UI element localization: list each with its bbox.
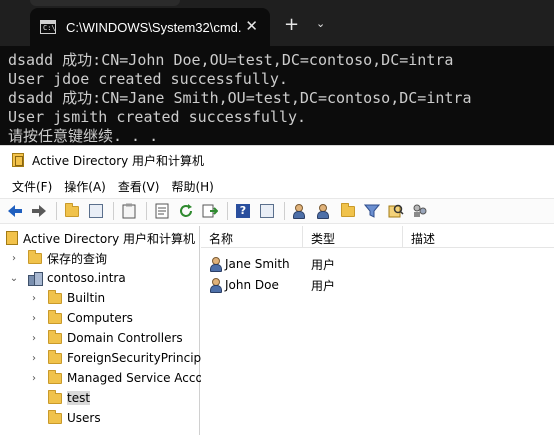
terminal-tab[interactable]: C:\ C:\WINDOWS\System32\cmd. ✕ [30, 8, 270, 46]
tree-item-domain[interactable]: ⌄ contoso.intra [8, 268, 126, 288]
close-tab-icon[interactable]: ✕ [245, 17, 258, 35]
chevron-right-icon[interactable]: › [28, 373, 40, 384]
column-header-name[interactable]: 名称 [201, 226, 303, 248]
chevron-down-icon[interactable]: ⌄ [316, 17, 325, 30]
tree-item-label: Managed Service Acco [67, 371, 203, 385]
tree-item-domain-controllers[interactable]: › Domain Controllers [28, 328, 183, 348]
folder-icon [48, 409, 62, 424]
results-list: 名称 类型 描述 Jane Smith 用户 John Doe 用户 [201, 226, 554, 435]
new-group-icon[interactable] [315, 202, 333, 220]
ad-app-icon [12, 153, 24, 167]
user-icon [209, 257, 222, 272]
tree-item-label: contoso.intra [47, 271, 126, 285]
new-ou-icon[interactable] [339, 202, 357, 220]
new-user-icon[interactable] [291, 202, 309, 220]
toolbar-separator [284, 202, 285, 220]
menu-file[interactable]: 文件(F) [6, 178, 58, 195]
list-item-type: 用户 [311, 278, 336, 293]
help-icon[interactable]: ? [234, 202, 252, 220]
tree-item-label: Users [67, 411, 101, 425]
chevron-right-icon[interactable]: › [28, 353, 40, 364]
toolbar: ? [0, 198, 554, 224]
column-header-type[interactable]: 类型 [303, 226, 403, 248]
cmd-icon-text: C:\ [43, 24, 56, 32]
tree-item-label: Builtin [67, 291, 106, 305]
tree-item-label: Active Directory 用户和计算机 [23, 231, 196, 246]
folder-icon [48, 289, 62, 304]
list-item-name: John Doe [225, 278, 279, 292]
tree-item-computers[interactable]: › Computers [28, 308, 133, 328]
list-item-name: Jane Smith [225, 257, 290, 271]
terminal-tab-title: C:\WINDOWS\System32\cmd. [66, 19, 242, 35]
tree-item-foreign-security-principals[interactable]: › ForeignSecurityPrincipa [28, 348, 209, 368]
ad-window-title: Active Directory 用户和计算机 [32, 153, 205, 168]
tree-item-label: Computers [67, 311, 133, 325]
menu-action[interactable]: 操作(A) [58, 178, 112, 195]
ou-icon [48, 389, 62, 404]
find-icon[interactable] [387, 202, 405, 220]
background-tab-edge [30, 0, 180, 6]
chevron-right-icon[interactable]: › [28, 333, 40, 344]
terminal-line: dsadd 成功:CN=Jane Smith,OU=test,DC=contos… [8, 89, 472, 107]
up-folder-icon[interactable] [63, 202, 81, 220]
folder-icon [28, 249, 42, 264]
terminal-line: User jsmith created successfully. [8, 108, 307, 126]
tree-item-label-selected: test [67, 391, 91, 405]
terminal-line: User jdoe created successfully. [8, 70, 288, 88]
folder-icon [48, 369, 62, 384]
folder-icon [48, 349, 62, 364]
back-arrow-icon[interactable] [6, 202, 24, 220]
toolbar-separator [56, 202, 57, 220]
terminal-output[interactable]: dsadd 成功:CN=John Doe,OU=test,DC=contoso,… [0, 46, 554, 146]
ad-users-computers-window: Active Directory 用户和计算机 文件(F) 操作(A) 查看(V… [0, 145, 554, 435]
column-header-description[interactable]: 描述 [403, 226, 553, 248]
export-list-icon[interactable] [201, 202, 219, 220]
ou-icon [48, 329, 62, 344]
properties-icon[interactable] [153, 202, 171, 220]
tree-item-saved-queries[interactable]: › 保存的查询 [8, 248, 107, 268]
console-tree: Active Directory 用户和计算机 › 保存的查询 ⌄ contos… [0, 226, 209, 435]
menu-view[interactable]: 查看(V) [112, 178, 166, 195]
list-item[interactable]: Jane Smith 用户 [201, 254, 403, 274]
folder-icon [48, 309, 62, 324]
tree-item-label: 保存的查询 [47, 251, 108, 266]
new-tab-icon[interactable]: + [284, 14, 299, 35]
chevron-down-icon[interactable]: ⌄ [8, 273, 20, 284]
tree-item-root[interactable]: Active Directory 用户和计算机 [6, 228, 195, 248]
ad-root-icon [6, 231, 18, 245]
domain-icon [28, 271, 43, 286]
list-header: 名称 类型 描述 [201, 226, 554, 248]
cmd-icon: C:\ [40, 20, 56, 34]
chevron-right-icon[interactable]: › [8, 253, 20, 264]
tree-item-label: Domain Controllers [67, 331, 183, 345]
ad-title-bar[interactable]: Active Directory 用户和计算机 [0, 146, 554, 174]
chevron-right-icon[interactable]: › [28, 313, 40, 324]
terminal-line: 请按任意键继续. . . [8, 127, 159, 145]
menu-help[interactable]: 帮助(H) [165, 178, 219, 195]
add-to-group-icon[interactable] [411, 202, 429, 220]
tree-item-managed-service-accounts[interactable]: › Managed Service Acco [28, 368, 203, 388]
chevron-right-icon[interactable]: › [28, 293, 40, 304]
tree-item-test[interactable]: test [28, 388, 91, 408]
terminal-line: dsadd 成功:CN=John Doe,OU=test,DC=contoso,… [8, 51, 454, 69]
tree-item-label: ForeignSecurityPrincipa [67, 351, 209, 365]
toolbar-separator [227, 202, 228, 220]
forward-arrow-icon[interactable] [30, 202, 48, 220]
list-item-type: 用户 [311, 257, 336, 272]
terminal-tab-bar: C:\ C:\WINDOWS\System32\cmd. ✕ + ⌄ [0, 0, 554, 46]
toolbar-separator [146, 202, 147, 220]
console-view-icon[interactable] [258, 202, 276, 220]
filter-icon[interactable] [363, 202, 381, 220]
tree-item-builtin[interactable]: › Builtin [28, 288, 105, 308]
tree-item-users[interactable]: Users [28, 408, 101, 428]
toolbar-separator [113, 202, 114, 220]
user-icon [209, 278, 222, 293]
ad-main-area: Active Directory 用户和计算机 › 保存的查询 ⌄ contos… [0, 226, 554, 435]
refresh-icon[interactable] [177, 202, 195, 220]
show-hide-console-tree-icon[interactable] [87, 202, 105, 220]
list-item[interactable]: John Doe 用户 [201, 275, 403, 295]
menu-bar: 文件(F) 操作(A) 查看(V) 帮助(H) [0, 174, 554, 198]
clipboard-icon[interactable] [120, 202, 138, 220]
